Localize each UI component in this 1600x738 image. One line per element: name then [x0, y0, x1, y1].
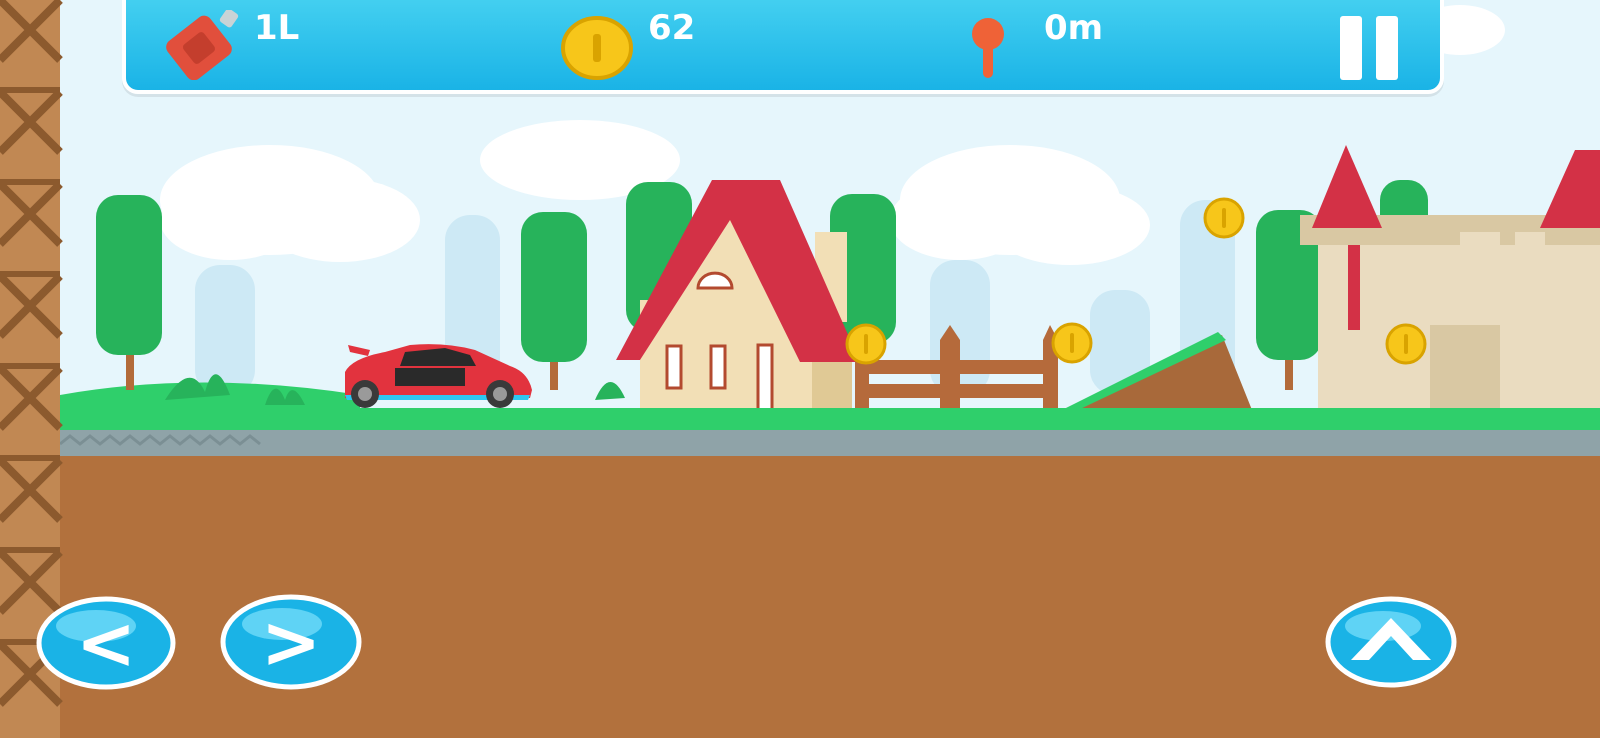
stone-strip	[60, 430, 1600, 458]
fuel-value: 1L	[254, 8, 300, 48]
pause-button[interactable]	[1336, 16, 1402, 82]
fuel-can-icon	[166, 10, 239, 80]
distance-pin-icon	[972, 18, 1004, 78]
move-left-button[interactable]: <	[36, 596, 176, 690]
coin-icon	[561, 16, 633, 80]
coin	[845, 323, 887, 365]
distance-value: 0m	[1044, 8, 1104, 48]
move-right-button[interactable]: >	[220, 594, 362, 690]
jump-button[interactable]	[1325, 596, 1457, 688]
coin	[1203, 197, 1245, 239]
grass-strip	[60, 408, 1600, 432]
coin	[1385, 323, 1427, 365]
hud-bar: 1L 62 0m	[122, 0, 1444, 94]
pause-icon	[1340, 16, 1398, 80]
chevron-up-icon	[1351, 618, 1431, 660]
left-button-label: <	[75, 601, 137, 685]
coin	[1051, 322, 1093, 364]
coins-value: 62	[648, 8, 696, 48]
right-button-label: >	[260, 600, 322, 684]
